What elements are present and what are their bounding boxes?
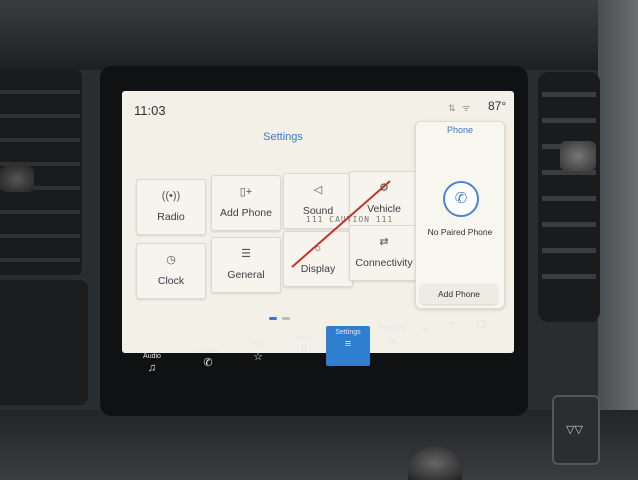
- nav-features-label: Features: [378, 325, 406, 332]
- nav-phone-label: Phone: [197, 347, 219, 354]
- dashboard-top: [0, 0, 638, 70]
- music-note-icon: ♫: [147, 362, 157, 374]
- scroll-up-button[interactable]: ⌃: [440, 316, 466, 338]
- add-phone-button[interactable]: Add Phone: [420, 284, 498, 304]
- no-paired-phone-text: No Paired Phone: [427, 227, 493, 237]
- scroll-down-button[interactable]: ⌄: [412, 318, 438, 340]
- left-vent-knob[interactable]: [0, 166, 34, 192]
- features-icon: ⇆: [387, 335, 397, 347]
- nav-phone[interactable]: Phone ✆: [186, 344, 230, 384]
- nav-fav[interactable]: Fav ☆: [236, 338, 280, 378]
- dashboard-right-trim: [598, 0, 638, 480]
- page-dot-active: [269, 317, 277, 320]
- left-lower-panel: [0, 280, 88, 405]
- nav-fav-label: Fav: [252, 341, 264, 348]
- phone-icon[interactable]: ✆: [443, 181, 479, 217]
- apps-grid-icon: ⠿: [299, 345, 309, 357]
- bottom-nav-bar: Audio ♫ Phone ✆ Fav ☆ Apps ⠿ Settings ≡ …: [130, 319, 514, 384]
- dashboard-bottom: [0, 410, 638, 480]
- nav-apps-label: Apps: [296, 335, 312, 342]
- phone-panel: Phone ✆ No Paired Phone Add Phone: [415, 121, 505, 309]
- nav-settings-label: Settings: [335, 329, 361, 336]
- nav-audio-label: Audio: [143, 353, 161, 360]
- right-air-vent: [538, 72, 600, 322]
- nav-audio[interactable]: Audio ♫: [130, 350, 174, 390]
- star-icon: ☆: [253, 351, 263, 363]
- nav-features[interactable]: Features ⇆: [370, 322, 414, 362]
- page-dot: [282, 317, 290, 320]
- hazard-button[interactable]: ▽▽: [552, 395, 600, 465]
- right-vent-knob[interactable]: [560, 141, 596, 171]
- nav-apps[interactable]: Apps ⠿: [282, 332, 326, 372]
- page-indicator: [269, 317, 299, 321]
- hazard-button-label: ▽▽: [566, 424, 583, 436]
- phone-icon: ✆: [203, 357, 213, 369]
- settings-sliders-icon: ≡: [344, 338, 352, 350]
- phone-panel-title: Phone: [446, 125, 474, 135]
- touchscreen: 11:03 ⇅ ᯤ 87° Settings ((•)) Radio ▯+ Ad…: [122, 91, 514, 353]
- window-switch-button[interactable]: ▢: [468, 314, 494, 336]
- nav-settings[interactable]: Settings ≡: [326, 326, 370, 366]
